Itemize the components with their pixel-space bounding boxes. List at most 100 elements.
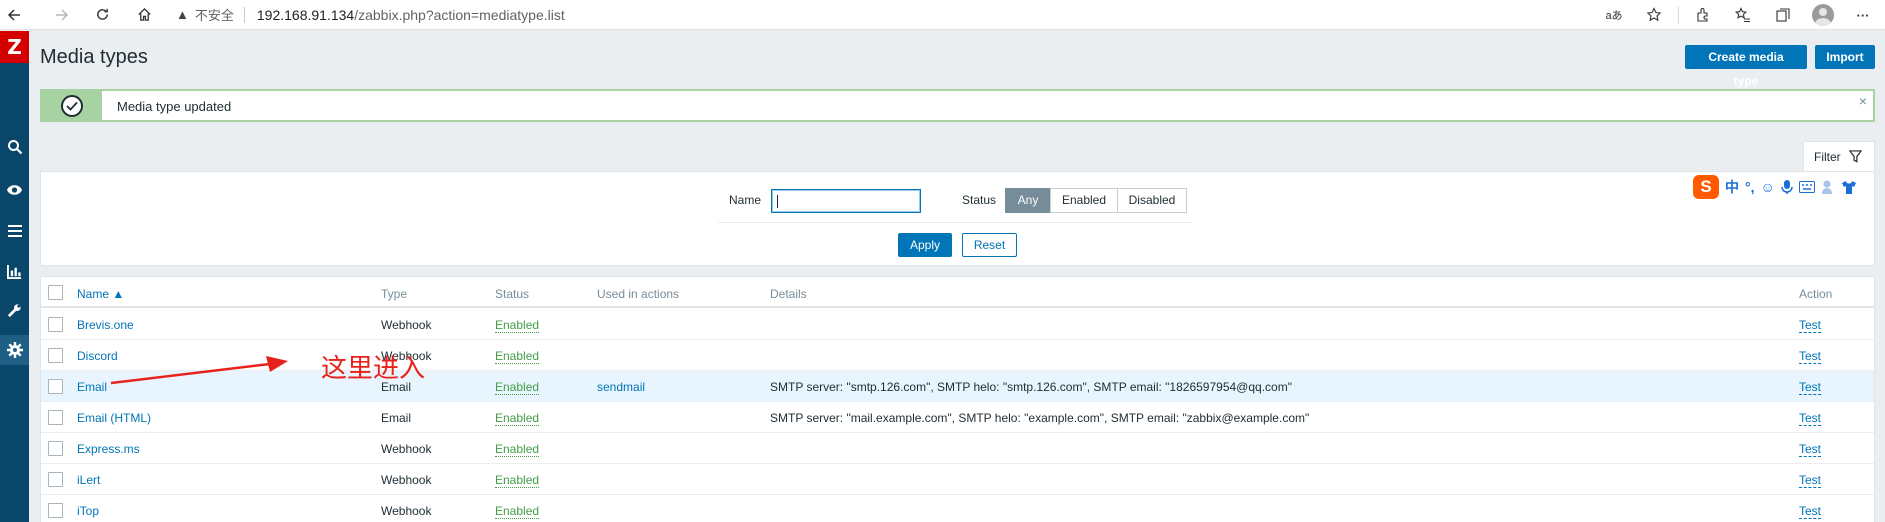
status-toggle-link[interactable]: Enabled <box>495 473 540 488</box>
media-type-type: Email <box>381 411 412 425</box>
media-type-name-link[interactable]: Email <box>77 380 107 394</box>
media-type-type: Webhook <box>381 318 432 332</box>
select-all-checkbox[interactable] <box>48 285 63 300</box>
row-checkbox[interactable] <box>48 348 63 363</box>
wrench-icon[interactable] <box>0 295 29 325</box>
skin-icon[interactable] <box>1841 180 1857 194</box>
reset-button[interactable]: Reset <box>962 233 1017 257</box>
extensions-icon[interactable] <box>1689 3 1717 27</box>
url-host: 192.168.91.134 <box>256 6 355 23</box>
test-link[interactable]: Test <box>1799 442 1822 457</box>
row-checkbox[interactable] <box>48 379 63 394</box>
page-title: Media types <box>40 46 148 68</box>
success-message: Media type updated × <box>40 89 1875 122</box>
keyboard-icon[interactable] <box>1798 181 1815 193</box>
status-filter-label: Status <box>962 193 997 207</box>
row-checkbox[interactable] <box>48 410 63 425</box>
message-text: Media type updated <box>117 99 232 114</box>
user-icon[interactable] <box>1821 179 1835 195</box>
collections-icon[interactable] <box>1769 3 1797 27</box>
media-types-table: Name ▲ Type Status Used in actions Detai… <box>40 276 1875 522</box>
read-aloud-icon[interactable]: aあ <box>1600 3 1628 27</box>
table-row: iLert Webhook Enabled Test <box>41 464 1874 495</box>
row-checkbox[interactable] <box>48 317 63 332</box>
status-toggle-link[interactable]: Enabled <box>495 349 540 364</box>
checkmark-icon <box>61 94 83 117</box>
eye-icon[interactable] <box>0 175 29 205</box>
status-disabled-option[interactable]: Disabled <box>1117 188 1187 213</box>
toolbar-divider <box>1678 6 1679 24</box>
avatar <box>1812 4 1834 26</box>
test-link[interactable]: Test <box>1799 318 1822 333</box>
close-icon[interactable]: × <box>1859 93 1867 109</box>
table-row: iTop Webhook Enabled Test <box>41 495 1874 522</box>
row-checkbox[interactable] <box>48 472 63 487</box>
chinese-mode-icon[interactable]: 中 <box>1725 177 1739 197</box>
arrow-left-icon <box>7 8 20 21</box>
media-type-name-link[interactable]: Brevis.one <box>77 318 134 332</box>
more-icon[interactable]: ··· <box>1849 3 1877 27</box>
status-toggle-link[interactable]: Enabled <box>495 318 540 333</box>
media-type-name-link[interactable]: iTop <box>77 504 99 518</box>
import-button[interactable]: Import <box>1815 45 1875 69</box>
media-type-type: Webhook <box>381 473 432 487</box>
refresh-button[interactable] <box>90 3 114 27</box>
list-icon[interactable] <box>0 216 29 246</box>
search-icon[interactable] <box>0 132 29 162</box>
status-toggle-link[interactable]: Enabled <box>495 411 540 426</box>
profile-button[interactable] <box>1809 3 1837 27</box>
table-row: Email Email Enabled sendmail SMTP server… <box>41 371 1874 402</box>
annotation-text: 这里进入 <box>321 354 426 384</box>
success-icon-box <box>42 91 102 120</box>
filter-divider <box>718 222 1192 223</box>
test-link[interactable]: Test <box>1799 411 1822 426</box>
media-type-name-link[interactable]: iLert <box>77 473 100 487</box>
column-used-in-actions: Used in actions <box>597 287 680 301</box>
punctuation-icon[interactable]: °, <box>1745 179 1755 195</box>
favorite-add-icon[interactable] <box>1640 3 1668 27</box>
filter-panel <box>40 171 1875 266</box>
url-path: /zabbix.php?action=mediatype.list <box>354 6 565 23</box>
table-row: Brevis.one Webhook Enabled Test <box>41 309 1874 340</box>
table-row: Email (HTML) Email Enabled SMTP server: … <box>41 402 1874 433</box>
status-toggle-link[interactable]: Enabled <box>495 442 540 457</box>
zabbix-sidebar: Z <box>0 31 29 522</box>
media-type-name-link[interactable]: Discord <box>77 349 118 363</box>
column-status: Status <box>495 287 530 301</box>
media-type-type: Webhook <box>381 442 432 456</box>
microphone-icon[interactable] <box>1781 179 1793 195</box>
column-type: Type <box>381 287 408 301</box>
media-type-name-link[interactable]: Email (HTML) <box>77 411 151 425</box>
status-enabled-option[interactable]: Enabled <box>1050 188 1118 213</box>
home-button[interactable] <box>132 3 156 27</box>
test-link[interactable]: Test <box>1799 504 1822 519</box>
favorites-icon[interactable] <box>1729 3 1757 27</box>
media-type-name-link[interactable]: Express.ms <box>77 442 140 456</box>
apply-button[interactable]: Apply <box>898 233 952 257</box>
test-link[interactable]: Test <box>1799 349 1822 364</box>
name-filter-input[interactable] <box>771 189 921 213</box>
row-checkbox[interactable] <box>48 441 63 456</box>
bar-chart-icon[interactable] <box>0 256 29 286</box>
arrow-right-icon <box>56 8 69 21</box>
back-button[interactable] <box>2 3 26 27</box>
column-name-sort[interactable]: Name ▲ <box>77 287 124 301</box>
action-link[interactable]: sendmail <box>597 380 645 394</box>
status-toggle-link[interactable]: Enabled <box>495 504 540 519</box>
forward-button[interactable] <box>50 3 74 27</box>
filter-tab[interactable]: Filter <box>1803 141 1875 171</box>
column-action: Action <box>1799 287 1833 301</box>
zabbix-logo[interactable]: Z <box>0 31 29 63</box>
address-bar[interactable]: ▲ 不安全 192.168.91.134 /zabbix.php?action=… <box>176 3 565 27</box>
row-checkbox[interactable] <box>48 503 63 518</box>
status-any-option[interactable]: Any <box>1005 188 1051 213</box>
sogou-logo-icon[interactable]: S <box>1693 175 1719 199</box>
emoji-icon[interactable]: ☺ <box>1761 179 1775 195</box>
status-toggle-link[interactable]: Enabled <box>495 380 540 395</box>
create-media-type-button[interactable]: Create media type <box>1685 45 1807 88</box>
test-link[interactable]: Test <box>1799 473 1822 488</box>
gear-icon[interactable] <box>0 335 29 365</box>
test-link[interactable]: Test <box>1799 380 1822 395</box>
funnel-icon <box>1848 150 1862 163</box>
address-divider <box>243 6 245 23</box>
